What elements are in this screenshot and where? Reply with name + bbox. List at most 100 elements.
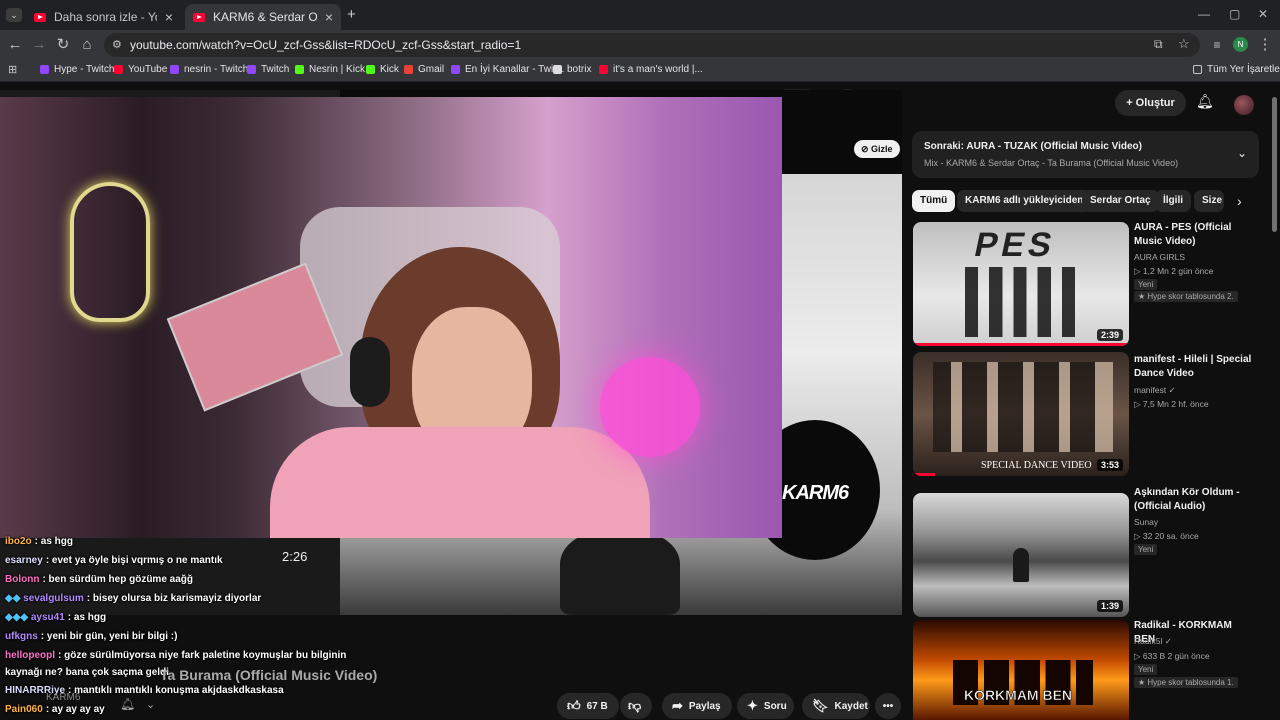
menu-kebab-icon[interactable]: ⋮	[1256, 36, 1274, 54]
rec-channel[interactable]: AURA GIRLS	[1134, 252, 1185, 262]
rec-title[interactable]: AURA - PES (Official Music Video)	[1134, 221, 1254, 249]
chat-text: : ben sürdüm hep gözüme aağğ	[42, 574, 194, 585]
video-figure	[560, 530, 680, 615]
close-tab-icon[interactable]: ×	[165, 9, 173, 25]
notification-bell-icon[interactable]: 🔔︎	[120, 697, 135, 711]
notifications-bell-icon[interactable]: 🔔︎	[1196, 93, 1214, 110]
chip-from-uploader[interactable]: KARM6 adlı yükleyiciden	[957, 190, 1092, 212]
rec-channel[interactable]: Radik5l ✓	[1134, 636, 1172, 647]
chat-text: : göze sürülmüyorsa niye fark paletine k…	[58, 650, 347, 661]
rec-meta: ▷ 32 20 sa. önce	[1134, 531, 1199, 541]
chat-message: kaynağı ne? bana çok saçma geldi	[5, 667, 169, 678]
new-badge: Yeni	[1134, 664, 1158, 675]
dislike-button[interactable]: 👎︎	[620, 693, 652, 719]
hide-overlay-button[interactable]: ⊘ Gizle	[854, 140, 900, 158]
rec-title[interactable]: Aşkından Kör Oldum - (Official Audio)	[1134, 486, 1254, 514]
browser-toolbar: ← → ↻ ⌂ ⚙ youtube.com/watch?v=OcU_zcf-Gs…	[0, 30, 1280, 60]
chat-username: ibo2o	[5, 536, 32, 547]
bookmark-mans-world[interactable]: it's a man's world |...	[599, 64, 703, 75]
thumb-title-text: SPECIAL DANCE VIDEO	[981, 460, 1092, 471]
hype-badge: ★ Hype skor tablosunda 2.	[1134, 291, 1238, 302]
tab-watch-later[interactable]: Daha sonra izle - YouTube ×	[26, 4, 181, 30]
bookmark-hype-twitch[interactable]: Hype - Twitch	[40, 64, 114, 75]
twitch-icon	[40, 65, 49, 74]
new-badge: Yeni	[1134, 544, 1158, 555]
site-info-icon[interactable]: ⚙	[112, 38, 122, 51]
rec-meta: ▷ 7,5 Mn 2 hf. önce	[1134, 399, 1209, 409]
minimize-icon[interactable]: —	[1198, 7, 1210, 21]
rec-title[interactable]: manifest - Hileli | Special Dance Video	[1134, 353, 1254, 381]
tab-karm6-video[interactable]: KARM6 & Serdar Ortaç - Ta Bura ×	[185, 4, 341, 30]
hype-icon: ★	[1138, 292, 1148, 301]
media-control-icon[interactable]: ≡	[1208, 36, 1226, 54]
chat-text: : yeni bir gün, yeni bir bilgi :)	[40, 631, 178, 642]
close-window-icon[interactable]: ✕	[1258, 7, 1268, 21]
close-tab-icon[interactable]: ×	[325, 9, 333, 25]
up-next-subtitle: Mix - KARM6 & Serdar Ortaç - Ta Burama (…	[924, 158, 1179, 168]
reload-icon[interactable]: ↻	[54, 36, 72, 54]
bookmark-en-iyi-kanallar[interactable]: En İyi Kanallar - Twit...	[451, 64, 564, 75]
chat-username: sevalgulsum	[23, 593, 84, 604]
bookmark-nesrin-twitch[interactable]: nesrin - Twitch	[170, 64, 248, 75]
rec-channel[interactable]: manifest ✓	[1134, 385, 1176, 396]
chip-all[interactable]: Tümü	[912, 190, 956, 212]
bookmark-gmail[interactable]: Gmail	[404, 64, 444, 75]
profile-avatar[interactable]: N	[1233, 37, 1248, 52]
eye-off-icon: ⊘	[861, 144, 872, 154]
account-avatar[interactable]	[1234, 95, 1254, 115]
all-bookmarks-folder[interactable]: Tüm Yer İşaretleri	[1193, 64, 1280, 75]
page-scrollbar[interactable]	[1272, 97, 1277, 232]
ask-button[interactable]: ✦ Soru	[737, 693, 794, 719]
verified-icon: ✓	[1164, 636, 1172, 646]
thumbs-up-icon: 👍︎	[567, 698, 581, 713]
chevron-down-icon[interactable]: ⌄	[1237, 146, 1247, 160]
thumb-dancers	[933, 362, 1113, 452]
tab-search-icon[interactable]: ⌄	[6, 8, 22, 22]
video-title: Ta Burama (Official Music Video)	[160, 667, 378, 683]
chevron-down-icon[interactable]: ⌄	[146, 698, 155, 711]
plush-lamp	[600, 357, 700, 457]
chip-related[interactable]: İlgili	[1155, 190, 1191, 212]
bookmark-twitch[interactable]: Twitch	[247, 64, 289, 75]
chip-for-you[interactable]: Size	[1194, 190, 1224, 212]
duration-badge: 3:53	[1096, 459, 1123, 471]
chevron-right-icon[interactable]: ›	[1237, 193, 1242, 209]
play-icon: ▷	[1134, 531, 1143, 541]
kick-icon	[366, 65, 375, 74]
thumbnail-manifest[interactable]: SPECIAL DANCE VIDEO 3:53	[913, 352, 1129, 476]
bookmark-botrix[interactable]: botrix	[553, 64, 591, 75]
bookmark-nesrin-kick[interactable]: Nesrin | Kick	[295, 64, 365, 75]
restore-icon[interactable]: ▢	[1229, 7, 1240, 21]
bookmark-kick[interactable]: Kick	[366, 64, 399, 75]
back-icon[interactable]: ←	[6, 36, 24, 54]
apps-grid-icon[interactable]: ⊞	[8, 63, 17, 76]
bookmark-youtube[interactable]: YouTube	[114, 64, 167, 75]
chip-serdar-ortac[interactable]: Serdar Ortaç	[1082, 190, 1159, 212]
channel-name[interactable]: KARM6	[46, 692, 80, 703]
more-actions-button[interactable]: •••	[875, 693, 901, 719]
folder-icon	[1193, 65, 1202, 74]
thumbnail-korkmam-ben[interactable]: KORKMAM BEN	[913, 620, 1129, 720]
url-text[interactable]: youtube.com/watch?v=OcU_zcf-Gss&list=RDO…	[130, 38, 521, 52]
address-bar[interactable]: ⚙ youtube.com/watch?v=OcU_zcf-Gss&list=R…	[104, 33, 1200, 57]
new-tab-button[interactable]: +	[347, 6, 356, 23]
thumb-dancers	[965, 267, 1075, 337]
like-button[interactable]: 👍︎ 67 B	[557, 693, 619, 719]
new-badge: Yeni	[1134, 279, 1158, 290]
thumbnail-askindan-kor-oldum[interactable]: 1:39	[913, 493, 1129, 617]
forward-icon[interactable]: →	[30, 36, 48, 54]
save-button[interactable]: 🔖︎ Kaydet	[802, 693, 870, 719]
install-app-icon[interactable]: ⧉	[1154, 37, 1163, 52]
create-button[interactable]: + Oluştur	[1115, 90, 1186, 116]
thumb-figure	[1013, 548, 1029, 582]
bookmark-star-icon[interactable]: ☆	[1178, 36, 1190, 52]
pink-jersey	[270, 427, 650, 538]
up-next-panel[interactable]: Sonraki: AURA - TUZAK (Official Music Vi…	[912, 131, 1259, 178]
share-button[interactable]: ➦ Paylaş	[662, 693, 732, 719]
thumbnail-aura-pes[interactable]: PES 2:39	[913, 222, 1129, 346]
youtube-icon	[599, 65, 608, 74]
home-icon[interactable]: ⌂	[78, 36, 96, 54]
chat-message: ibo2o: as hgg	[5, 536, 73, 547]
chat-text: : bisey olursa biz karismayiz diyorlar	[86, 593, 262, 604]
rec-channel[interactable]: Sunay	[1134, 517, 1158, 527]
